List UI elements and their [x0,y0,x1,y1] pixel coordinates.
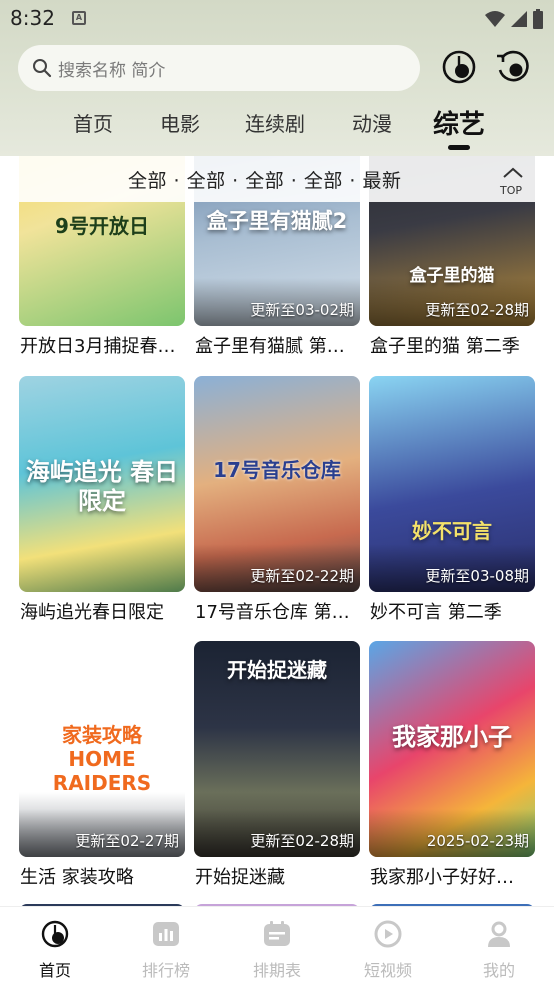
episode-badge: 更新至02-28期 [425,301,529,319]
tabbar-profile-label: 我的 [482,961,515,980]
episode-badge: 2025-02-23期 [426,832,529,850]
app-header: 8:32 A 搜索名称 简介 首页 电影 连续剧 动漫 综艺 [0,0,554,156]
home-icon [41,920,69,948]
show-poster[interactable]: 开始捉迷藏 更新至02-28期 [194,641,360,857]
show-title: 开放日3月捕捉春… [20,336,176,357]
poster-title-art: 开始捉迷藏 [227,658,327,683]
show-title: 海屿追光春日限定 [20,602,164,623]
tabbar-short-video-label: 短视频 [363,961,412,980]
tab-home[interactable]: 首页 [73,108,113,137]
tabbar-ranking[interactable]: 排行榜 [126,919,206,981]
tab-variety[interactable]: 综艺 [433,104,485,141]
search-icon [33,59,52,78]
episode-badge: 更新至03-02期 [250,301,354,319]
status-bar: 8:32 A [0,0,554,36]
poster-title-art: 9号开放日 [55,213,149,238]
tabbar-home-label: 首页 [38,961,71,980]
tabbar-home[interactable]: 首页 [15,919,95,981]
tab-anime[interactable]: 动漫 [352,108,392,137]
poster-title-art: 盒子里的猫 [409,265,495,286]
poster-title-art: 妙不可言 [412,518,492,543]
battery-icon [533,9,543,29]
tabbar-schedule[interactable]: 排期表 [237,919,317,981]
poster-title-art: 家装攻略 HOME RAIDERS [52,723,152,796]
tabbar-ranking-label: 排行榜 [141,961,190,980]
history-icon[interactable] [440,48,478,86]
show-title: 17号音乐仓库 第… [195,602,350,623]
show-title: 盒子里有猫腻 第… [195,336,345,357]
chart-icon [153,922,179,946]
poster-title-art: 海屿追光 春日限定 [25,458,179,515]
calendar-icon [264,921,290,946]
search-input[interactable]: 搜索名称 简介 [18,45,420,91]
wifi-icon [485,11,505,27]
episode-badge: 更新至02-27期 [75,832,179,850]
active-tab-indicator [448,145,470,150]
filter-options[interactable]: 全部 · 全部 · 全部 · 全部 · 最新 [128,166,401,193]
show-title: 开始捉迷藏 [195,867,285,888]
filter-bar: 全部 · 全部 · 全部 · 全部 · 最新 TOP [0,156,554,202]
profile-icon [488,921,510,947]
top-label: TOP [500,184,523,197]
show-poster[interactable]: 家装攻略 HOME RAIDERS 更新至02-27期 [19,641,185,857]
poster-title-art: 我家那小子 [392,723,512,752]
bottom-tab-bar: 首页 排行榜 排期表 短视频 我的 [0,906,554,985]
category-nav: 首页 电影 连续剧 动漫 综艺 [0,100,554,150]
scroll-top-button[interactable]: TOP [498,164,528,197]
show-title: 我家那小子好好… [370,867,514,888]
show-poster[interactable]: 我家那小子 2025-02-23期 [369,641,535,857]
notification-icon: A [72,11,86,25]
video-icon [374,920,402,948]
signal-icon [511,11,527,27]
search-placeholder: 搜索名称 简介 [58,60,166,81]
poster-title-art: 17号音乐仓库 [213,458,341,483]
episode-badge: 更新至02-22期 [250,567,354,585]
poster-title-art: 盒子里有猫腻2 [206,209,348,234]
tabbar-schedule-label: 排期表 [252,961,301,980]
tab-series[interactable]: 连续剧 [245,108,305,137]
show-poster[interactable]: 妙不可言 更新至03-08期 [369,376,535,592]
tabbar-profile[interactable]: 我的 [459,919,539,981]
show-poster[interactable]: 海屿追光 春日限定 [19,376,185,592]
episode-badge: 更新至03-08期 [425,567,529,585]
show-title: 妙不可言 第二季 [370,602,502,623]
show-poster[interactable]: 17号音乐仓库 更新至02-22期 [194,376,360,592]
tab-movies[interactable]: 电影 [160,108,200,137]
show-title: 盒子里的猫 第二季 [370,336,520,357]
chevron-up-icon [503,167,523,178]
status-time: 8:32 [10,6,55,30]
refresh-icon[interactable] [494,48,532,86]
episode-badge: 更新至02-28期 [250,832,354,850]
tabbar-short-video[interactable]: 短视频 [348,919,428,981]
show-title: 生活 家装攻略 [20,867,134,888]
status-indicators [484,8,544,30]
